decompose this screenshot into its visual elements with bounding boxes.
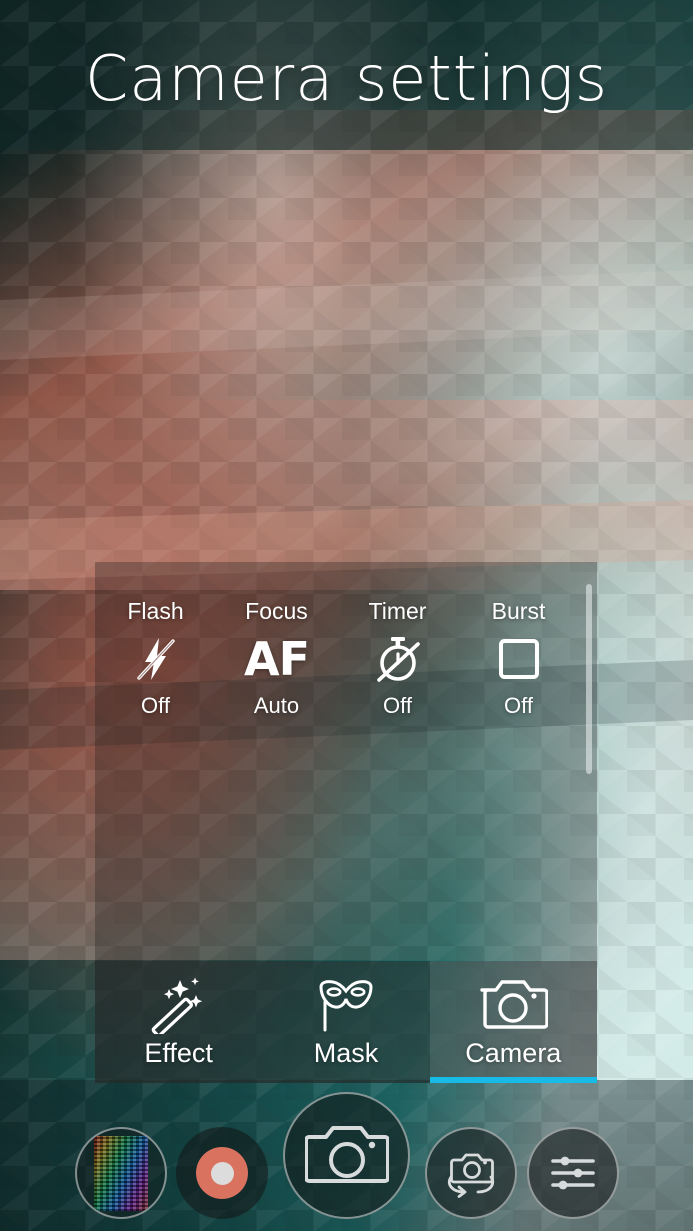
tab-label: Effect <box>144 1037 213 1068</box>
quick-setting-value: Off <box>383 693 412 718</box>
quick-setting-burst[interactable]: Burst Off <box>458 598 579 719</box>
tab-camera[interactable]: Camera <box>429 961 597 1083</box>
tab-effect[interactable]: Effect <box>95 961 262 1083</box>
gallery-thumbnail-icon <box>94 1135 148 1211</box>
active-tab-indicator <box>429 1077 597 1083</box>
switch-camera-icon <box>447 1153 495 1198</box>
quick-setting-value: Off <box>504 693 533 718</box>
timer-off-icon <box>366 631 430 687</box>
switch-camera-button[interactable] <box>425 1127 517 1219</box>
panel-scrollbar[interactable] <box>586 584 592 774</box>
record-icon <box>196 1147 248 1199</box>
panel-tab-bar: Effect Mask Camera <box>95 961 597 1083</box>
burst-square-icon <box>487 631 551 687</box>
af-icon: AF <box>243 631 310 687</box>
camera-icon <box>478 976 549 1034</box>
settings-button[interactable] <box>527 1127 619 1219</box>
tab-label: Camera <box>465 1037 562 1068</box>
quick-setting-timer[interactable]: Timer Off <box>337 598 458 719</box>
quick-setting-focus[interactable]: Focus AF Auto <box>216 598 337 719</box>
quick-setting-value: Off <box>141 693 170 718</box>
quick-setting-label: Focus <box>245 598 308 624</box>
quick-setting-label: Timer <box>368 598 427 624</box>
page-title: Camera settings <box>84 42 609 115</box>
tab-label: Mask <box>313 1037 379 1068</box>
mask-icon <box>313 976 379 1034</box>
af-icon-text: AF <box>243 632 310 686</box>
record-button[interactable] <box>176 1127 268 1219</box>
sliders-icon <box>551 1156 595 1190</box>
quick-settings-row: Flash Off Focus AF Auto Timer Off Burst … <box>95 598 579 719</box>
tab-mask[interactable]: Mask <box>262 961 429 1083</box>
camera-settings-panel: Flash Off Focus AF Auto Timer Off Burst … <box>95 562 597 1083</box>
magic-wand-icon <box>146 976 212 1034</box>
quick-setting-label: Burst <box>491 598 546 624</box>
record-dot <box>210 1161 234 1185</box>
quick-setting-flash[interactable]: Flash Off <box>95 598 216 719</box>
flash-off-icon <box>124 631 188 687</box>
camera-shutter-icon <box>304 1125 389 1183</box>
quick-setting-label: Flash <box>127 598 184 624</box>
shutter-button[interactable] <box>283 1092 410 1219</box>
quick-setting-value: Auto <box>253 693 300 718</box>
gallery-button[interactable] <box>75 1127 167 1219</box>
camera-settings-screen: Camera settings Flash Off Focus AF Auto … <box>0 0 693 1231</box>
